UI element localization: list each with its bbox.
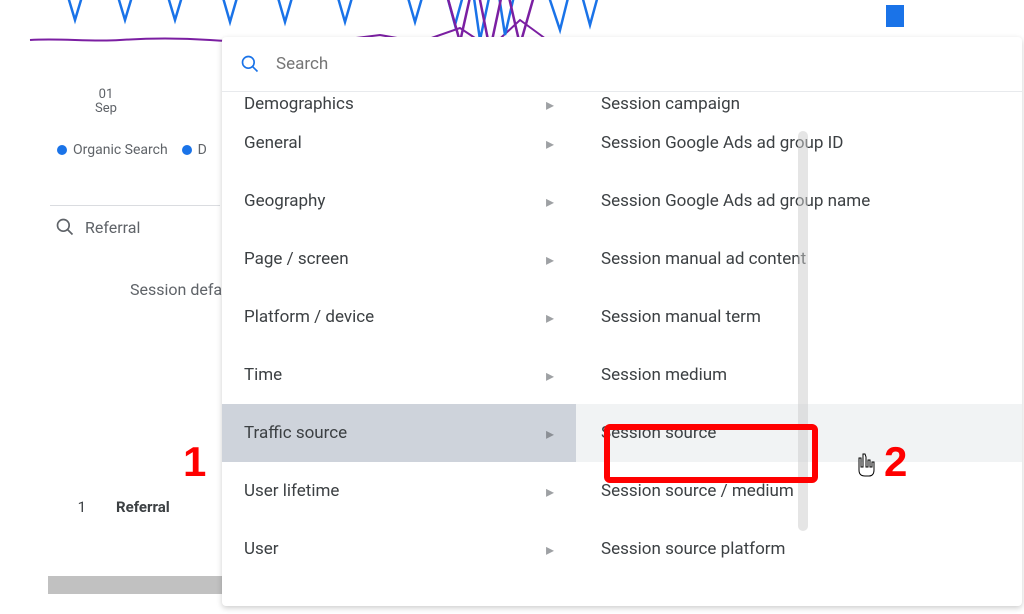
category-item-geography[interactable]: Geography ▸	[222, 172, 576, 230]
category-item-page-screen[interactable]: Page / screen ▸	[222, 230, 576, 288]
session-default-label: Session defa	[130, 280, 222, 299]
chevron-right-icon: ▸	[546, 366, 554, 385]
bar-stub	[886, 5, 904, 27]
option-item[interactable]: Session campaign	[576, 92, 1022, 114]
category-label: Time	[244, 365, 282, 385]
category-item[interactable]: Demographics ▸	[222, 92, 576, 114]
search-icon	[240, 54, 260, 74]
dimension-search-row: Referral	[55, 217, 140, 237]
search-value: Referral	[85, 218, 140, 237]
legend-item-organic-search[interactable]: Organic Search	[57, 142, 168, 158]
table-row[interactable]: 1 Referral	[70, 498, 170, 516]
category-item-platform-device[interactable]: Platform / device ▸	[222, 288, 576, 346]
divider	[50, 205, 220, 206]
option-label: Session Google Ads ad group name	[601, 191, 870, 211]
dimension-picker-panel: Demographics ▸ General ▸ Geography ▸ Pag…	[222, 37, 1022, 606]
scrollbar-track[interactable]	[798, 131, 808, 531]
category-label: Page / screen	[244, 249, 349, 269]
option-label: Session source / medium	[601, 481, 794, 501]
category-label: User	[244, 539, 279, 559]
chevron-right-icon: ▸	[546, 308, 554, 327]
chevron-right-icon: ▸	[546, 250, 554, 269]
option-label: Session manual term	[601, 307, 761, 327]
category-label: Platform / device	[244, 307, 374, 327]
category-label: User lifetime	[244, 481, 339, 501]
category-item-user-lifetime[interactable]: User lifetime ▸	[222, 462, 576, 520]
chevron-right-icon: ▸	[546, 134, 554, 153]
option-label: Session manual ad content	[601, 249, 806, 269]
panel-search-row	[222, 37, 1022, 92]
search-icon	[55, 217, 75, 237]
category-item-time[interactable]: Time ▸	[222, 346, 576, 404]
category-item-general[interactable]: General ▸	[222, 114, 576, 172]
category-item-traffic-source[interactable]: Traffic source ▸	[222, 404, 576, 462]
row-index: 1	[70, 498, 86, 516]
chart-legend: Organic Search D	[57, 142, 207, 158]
date-axis-label: 01 Sep	[95, 88, 117, 116]
chevron-right-icon: ▸	[546, 192, 554, 211]
dimension-search-input[interactable]	[276, 54, 1004, 74]
panel-body: Demographics ▸ General ▸ Geography ▸ Pag…	[222, 92, 1022, 606]
option-label: Session source	[601, 423, 716, 443]
chevron-right-icon: ▸	[546, 540, 554, 559]
legend-dot-icon	[182, 145, 192, 155]
chevron-right-icon: ▸	[546, 482, 554, 501]
category-label: General	[244, 133, 302, 153]
category-label: Traffic source	[244, 423, 347, 443]
legend-item-direct[interactable]: D	[182, 142, 207, 158]
category-label: Geography	[244, 191, 325, 211]
category-column: Demographics ▸ General ▸ Geography ▸ Pag…	[222, 92, 576, 606]
option-label: Session medium	[601, 365, 727, 385]
option-label: Session campaign	[601, 94, 740, 114]
horizontal-scrollbar[interactable]	[48, 576, 223, 594]
chevron-right-icon: ▸	[546, 424, 554, 443]
option-label: Session source platform	[601, 539, 785, 559]
row-name: Referral	[116, 498, 170, 516]
category-label: Demographics	[244, 94, 354, 114]
chevron-right-icon: ▸	[546, 95, 554, 114]
legend-dot-icon	[57, 145, 67, 155]
category-item-user[interactable]: User ▸	[222, 520, 576, 578]
